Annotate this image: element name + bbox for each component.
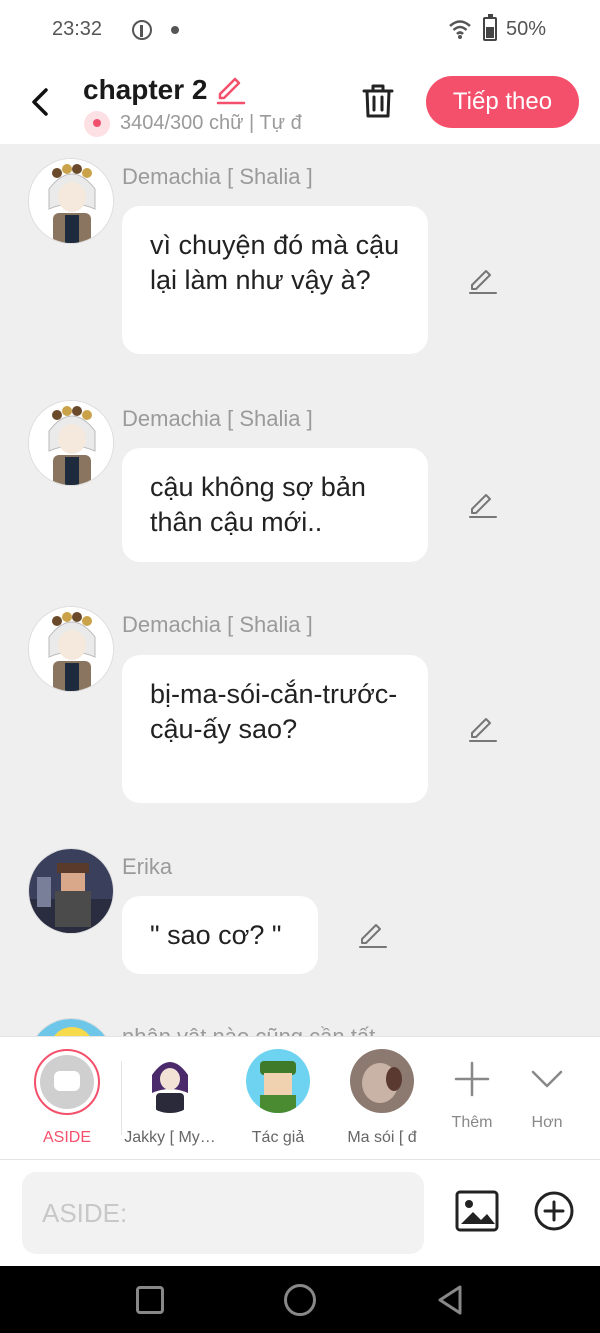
avatar [350,1049,414,1113]
sender-name: Erika [122,854,173,879]
add-character-button[interactable]: Thêm [442,1059,502,1132]
chapter-title: chapter 2 [83,74,208,105]
avatar[interactable] [28,158,114,244]
recent-apps-icon[interactable] [136,1286,164,1314]
word-count: 3404/300 chữ | Tự đ [120,112,302,134]
character-label: Tác giả [251,1129,305,1146]
avatar[interactable] [28,606,114,692]
character-werewolf[interactable]: Ma sói [ đ [334,1049,430,1147]
sender-name: Demachia [ Shalia ] [122,164,313,189]
avatar [246,1049,310,1113]
facebook-icon [132,20,152,40]
edit-message-icon[interactable] [468,268,498,296]
sender-name: Demachia [ Shalia ] [122,406,313,431]
avatar[interactable] [28,848,114,934]
wifi-icon [449,20,471,39]
status-bar: 23:32 50% [0,0,600,60]
message-bubble[interactable]: cậu không sợ bản thân cậu mới.. [122,448,428,562]
add-circle-icon[interactable] [533,1190,575,1232]
avatar[interactable] [28,1018,114,1036]
battery-percent: 50% [506,18,547,40]
message-input[interactable] [22,1172,424,1254]
editor-header: chapter 2 3404/300 chữ | Tự đ Tiếp theo [0,60,600,144]
edit-message-icon[interactable] [468,716,498,744]
message-bubble[interactable]: " sao cơ? " [122,896,318,974]
edit-message-icon[interactable] [468,492,498,520]
edit-title-icon[interactable] [214,74,246,106]
character-jakky[interactable]: Jakky [ My… [122,1049,218,1147]
delete-icon[interactable] [360,82,396,120]
back-nav-icon[interactable] [436,1284,466,1316]
character-label: Ma sói [ đ [347,1129,417,1146]
input-bar [0,1160,600,1266]
chat-area: Demachia [ Shalia ] vì chuyện đó mà cậu … [0,144,600,1036]
message-bubble[interactable]: vì chuyện đó mà cậu lại làm như vậy à? [122,206,428,354]
aside-icon [34,1049,100,1115]
add-character-label: Thêm [451,1114,493,1131]
chevron-down-icon [531,1070,563,1088]
character-author[interactable]: Tác giả [230,1049,326,1147]
character-aside[interactable]: ASIDE [19,1049,115,1147]
expand-characters-button[interactable]: Hơn [517,1059,577,1132]
battery-icon [483,14,497,41]
image-icon[interactable] [455,1190,499,1232]
character-label: ASIDE [42,1129,91,1146]
back-icon[interactable] [24,82,60,122]
character-label: Jakky [ My… [124,1129,216,1146]
edit-message-icon[interactable] [358,922,388,950]
notification-dot-icon [171,26,179,34]
plus-icon [454,1061,490,1097]
sender-name: nhân vật nào cũng cần tất [122,1024,375,1036]
system-nav-bar [0,1266,600,1333]
next-button[interactable]: Tiếp theo [426,76,579,128]
expand-label: Hơn [531,1114,563,1131]
home-icon[interactable] [284,1284,316,1316]
sender-name: Demachia [ Shalia ] [122,612,313,637]
message-bubble[interactable]: bị-ma-sói-cắn-trước-cậu-ấy sao? [122,655,428,803]
avatar [138,1049,202,1113]
word-count-badge-icon [84,111,110,137]
status-time: 23:32 [52,18,103,40]
character-bar: ASIDE Jakky [ My… Tác giả Ma sói [đ Thê… [0,1036,600,1160]
avatar[interactable] [28,400,114,486]
